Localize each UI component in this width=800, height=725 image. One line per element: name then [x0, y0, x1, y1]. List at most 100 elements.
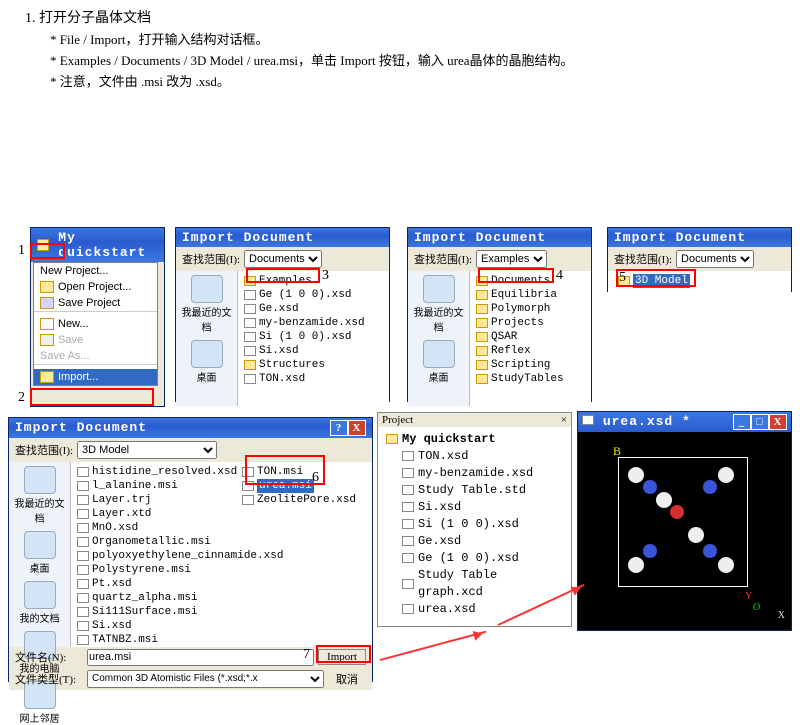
place-recent[interactable]: 我最近的文档: [410, 275, 467, 334]
place-desktop[interactable]: 桌面: [410, 340, 467, 384]
highlight-3dmodel: [616, 269, 696, 287]
file-icon: [402, 451, 414, 461]
tree-item[interactable]: Study Table.std: [386, 482, 563, 499]
list-item[interactable]: Scripting: [476, 358, 585, 372]
filetype-row: 文件类型(T): Common 3D Atomistic Files (*.xs…: [9, 668, 372, 690]
maximize-button[interactable]: □: [751, 414, 769, 430]
list-item[interactable]: Polystyrene.msi: [77, 563, 230, 577]
places-bar: 我最近的文档 桌面: [176, 271, 238, 406]
list-item[interactable]: Si.xsd: [244, 344, 383, 358]
list-item[interactable]: quartz_alpha.msi: [77, 591, 230, 605]
list-item[interactable]: Layer.xtd: [77, 507, 230, 521]
list-item[interactable]: Si.xsd: [77, 619, 230, 633]
file-list-col2[interactable]: TON.msi urea.msi ZeolitePore.xsd: [236, 462, 372, 647]
list-item[interactable]: Si (1 0 0).xsd: [244, 330, 383, 344]
file-icon: [402, 519, 414, 529]
filename-input[interactable]: [87, 649, 314, 666]
lookin-row: 查找范围(I): Documents: [608, 247, 791, 271]
minimize-button[interactable]: _: [733, 414, 751, 430]
file-icon: [77, 551, 89, 561]
list-item[interactable]: ZeolitePore.xsd: [242, 493, 366, 507]
tree-item[interactable]: Ge.xsd: [386, 533, 563, 550]
place-mydocs[interactable]: 我的文档: [11, 581, 68, 625]
viewport[interactable]: Y X O B: [578, 432, 791, 627]
close-button[interactable]: X: [769, 414, 787, 430]
viewer-3d[interactable]: urea.xsd * _□X Y X O B: [577, 411, 792, 631]
atom: [688, 527, 704, 543]
file-icon: [244, 290, 256, 300]
list-item[interactable]: TATNBZ.msi: [77, 633, 230, 647]
list-item[interactable]: Pt.xsd: [77, 577, 230, 591]
list-item[interactable]: QSAR: [476, 330, 585, 344]
filetype-select[interactable]: Common 3D Atomistic Files (*.xsd;*.x: [87, 670, 324, 688]
list-item[interactable]: Ge (1 0 0).xsd: [244, 288, 383, 302]
list-item[interactable]: Layer.trj: [77, 493, 230, 507]
highlight-examples: [246, 268, 320, 283]
menu-save-project[interactable]: Save Project: [34, 295, 157, 311]
folder-icon: [476, 304, 488, 314]
step-number: 3: [322, 268, 329, 284]
places-bar: 我最近的文档 桌面: [408, 271, 470, 406]
list-item[interactable]: Organometallic.msi: [77, 535, 230, 549]
import-dialog: Import Document 查找范围(I): Examples 我最近的文档…: [407, 227, 592, 402]
menu-new-project[interactable]: New Project...: [34, 263, 157, 279]
lookin-select[interactable]: 3D Model: [77, 441, 217, 459]
tree-root[interactable]: My quickstart: [386, 431, 563, 448]
close-icon[interactable]: ×: [561, 414, 567, 426]
file-list-col1[interactable]: histidine_resolved.xsd l_alanine.msi Lay…: [71, 462, 236, 647]
list-item[interactable]: TON.xsd: [244, 372, 383, 386]
help-button[interactable]: ?: [330, 420, 348, 436]
list-item[interactable]: l_alanine.msi: [77, 479, 230, 493]
disk-icon: [40, 334, 54, 346]
step-item: 注意，文件由 .msi 改为 .xsd。: [50, 72, 780, 93]
list-item[interactable]: Ge.xsd: [244, 302, 383, 316]
list-item[interactable]: MnO.xsd: [77, 521, 230, 535]
lookin-select[interactable]: Documents: [244, 250, 322, 268]
atom: [670, 505, 684, 519]
place-recent[interactable]: 我最近的文档: [11, 466, 68, 525]
file-icon: [77, 607, 89, 617]
list-item[interactable]: Si111Surface.msi: [77, 605, 230, 619]
list-item[interactable]: polyoxyethylene_cinnamide.xsd: [77, 549, 230, 563]
place-network[interactable]: 网上邻居: [11, 681, 68, 725]
lookin-select[interactable]: Examples: [476, 250, 547, 268]
menu-import[interactable]: Import...: [34, 369, 157, 385]
list-item[interactable]: Projects: [476, 316, 585, 330]
menu-new[interactable]: New...: [34, 316, 157, 332]
file-icon: [244, 346, 256, 356]
list-item[interactable]: Structures: [244, 358, 383, 372]
tree-item[interactable]: TON.xsd: [386, 448, 563, 465]
place-recent[interactable]: 我最近的文档: [178, 275, 235, 334]
file-icon: [402, 468, 414, 478]
list-item[interactable]: StudyTables: [476, 372, 585, 386]
axis-x-label: X: [778, 610, 785, 621]
file-list[interactable]: Examples Ge (1 0 0).xsd Ge.xsd my-benzam…: [238, 271, 389, 406]
file-list[interactable]: Documents Equilibria Polymorph Projects …: [470, 271, 591, 406]
window-buttons: _□X: [733, 414, 787, 430]
tree-item[interactable]: Si (1 0 0).xsd: [386, 516, 563, 533]
atom: [628, 557, 644, 573]
list-item[interactable]: Polymorph: [476, 302, 585, 316]
lookin-select[interactable]: Documents: [676, 250, 754, 268]
close-button[interactable]: X: [348, 420, 366, 436]
place-desktop[interactable]: 桌面: [178, 340, 235, 384]
list-item[interactable]: Equilibria: [476, 288, 585, 302]
tree-item[interactable]: Si.xsd: [386, 499, 563, 516]
folder-icon: [40, 281, 54, 293]
project-tree[interactable]: My quickstart TON.xsd my-benzamide.xsd S…: [378, 427, 571, 622]
menu-save-as[interactable]: Save As...: [34, 348, 157, 364]
menu-save[interactable]: Save: [34, 332, 157, 348]
list-item[interactable]: Reflex: [476, 344, 585, 358]
tree-item[interactable]: urea.xsd: [386, 601, 563, 618]
cancel-button[interactable]: 取消: [328, 670, 366, 688]
tree-item[interactable]: Study Table graph.xcd: [386, 567, 563, 601]
tree-item[interactable]: my-benzamide.xsd: [386, 465, 563, 482]
list-item[interactable]: histidine_resolved.xsd: [77, 465, 230, 479]
doc-icon: [40, 318, 54, 330]
file-icon: [77, 537, 89, 547]
place-desktop[interactable]: 桌面: [11, 531, 68, 575]
step-title: 1. 打开分子晶体文档: [25, 8, 780, 30]
tree-item[interactable]: Ge (1 0 0).xsd: [386, 550, 563, 567]
list-item[interactable]: my-benzamide.xsd: [244, 316, 383, 330]
menu-open-project[interactable]: Open Project...: [34, 279, 157, 295]
